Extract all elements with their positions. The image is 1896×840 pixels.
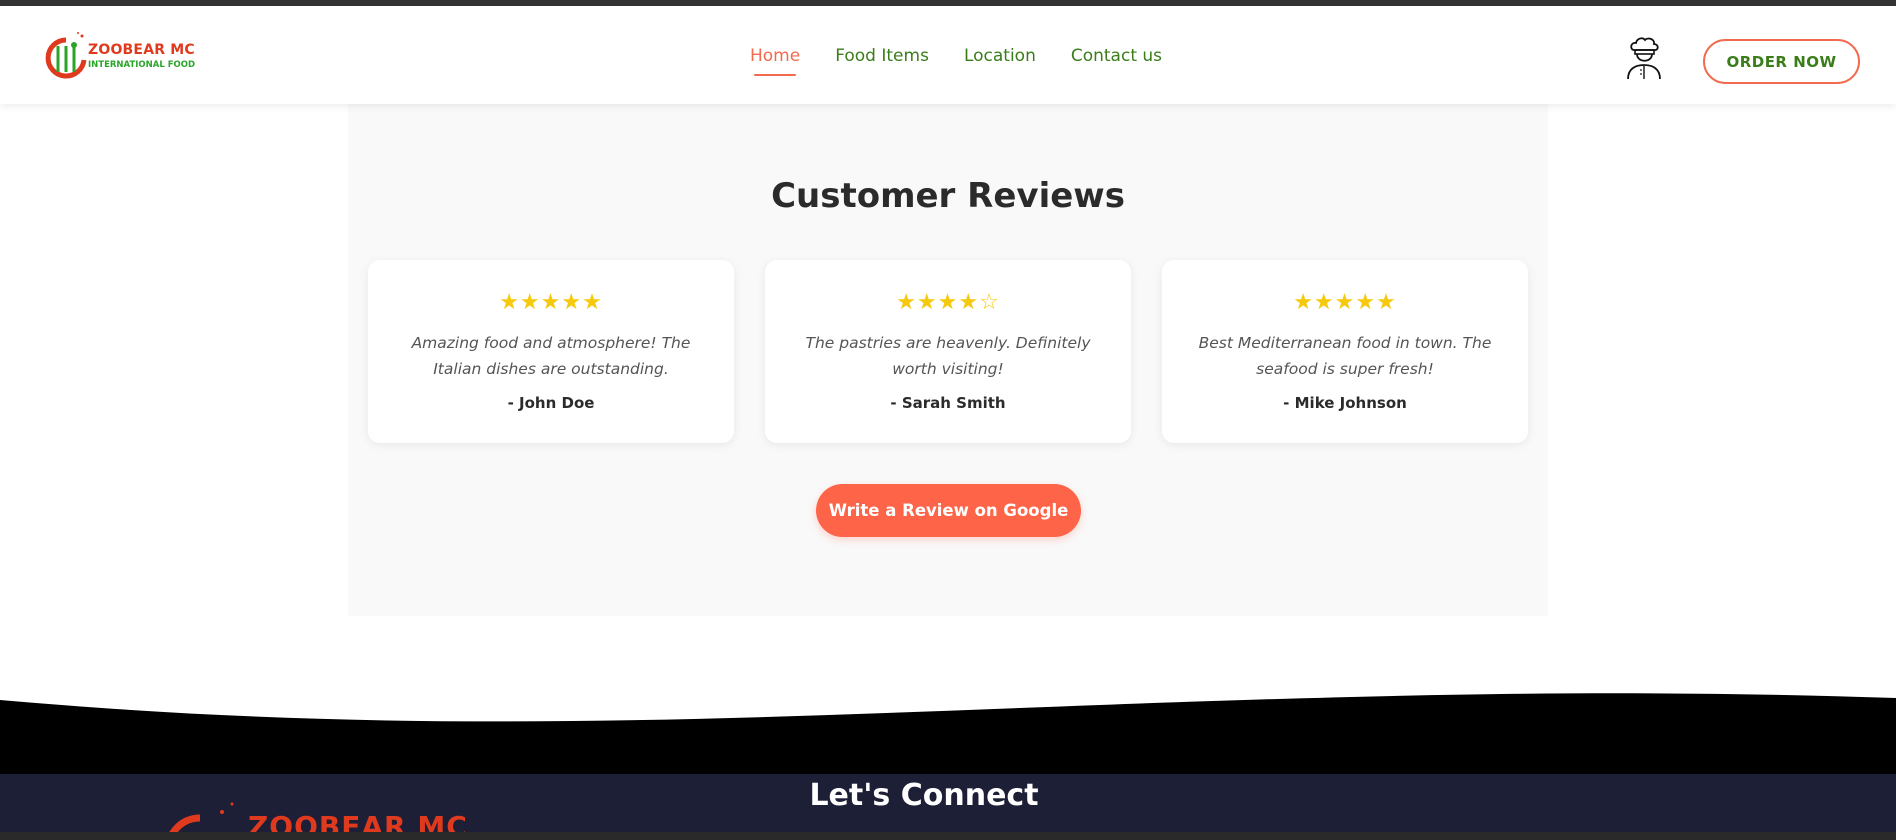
- review-card: ★★★★★ Best Mediterranean food in town. T…: [1162, 260, 1528, 443]
- nav-item-food-items[interactable]: Food Items: [835, 46, 929, 66]
- section-title: Customer Reviews: [771, 176, 1125, 216]
- nav-item-home[interactable]: Home: [750, 46, 800, 76]
- order-now-button[interactable]: ORDER NOW: [1703, 39, 1860, 84]
- site-header: ZOOBEAR MC INTERNATIONAL FOOD Home Food …: [0, 6, 1896, 104]
- customer-reviews-section: Customer Reviews ★★★★★ Amazing food and …: [348, 104, 1548, 616]
- star-rating: ★★★★★: [499, 290, 603, 315]
- bottom-strip: [0, 832, 1896, 840]
- nav-item-contact-us[interactable]: Contact us: [1071, 46, 1162, 66]
- brand-tagline: INTERNATIONAL FOOD: [88, 60, 196, 70]
- nav-item-location[interactable]: Location: [964, 46, 1036, 66]
- star-rating: ★★★★☆: [896, 290, 1000, 315]
- main-nav: Home Food Items Location Contact us: [750, 46, 1197, 76]
- write-review-button[interactable]: Write a Review on Google: [816, 484, 1081, 537]
- review-card: ★★★★☆ The pastries are heavenly. Definit…: [765, 260, 1131, 443]
- review-card: ★★★★★ Amazing food and atmosphere! The I…: [368, 260, 734, 443]
- site-footer: Let's Connect ZOOBEAR MC: [0, 774, 1896, 840]
- review-text: Amazing food and atmosphere! The Italian…: [411, 334, 691, 378]
- logo-icon: [45, 32, 87, 79]
- chef-icon[interactable]: [1624, 36, 1664, 80]
- review-author: - Mike Johnson: [1283, 394, 1407, 412]
- review-text: The pastries are heavenly. Definitely wo…: [805, 334, 1091, 378]
- brand-name: ZOOBEAR MC: [88, 42, 195, 58]
- footer-wave: [0, 693, 1896, 780]
- brand-logo[interactable]: ZOOBEAR MC INTERNATIONAL FOOD: [44, 30, 196, 84]
- review-text: Best Mediterranean food in town. The sea…: [1198, 334, 1492, 378]
- review-author: - John Doe: [507, 394, 595, 412]
- star-rating: ★★★★★: [1293, 290, 1397, 315]
- review-author: - Sarah Smith: [890, 394, 1006, 412]
